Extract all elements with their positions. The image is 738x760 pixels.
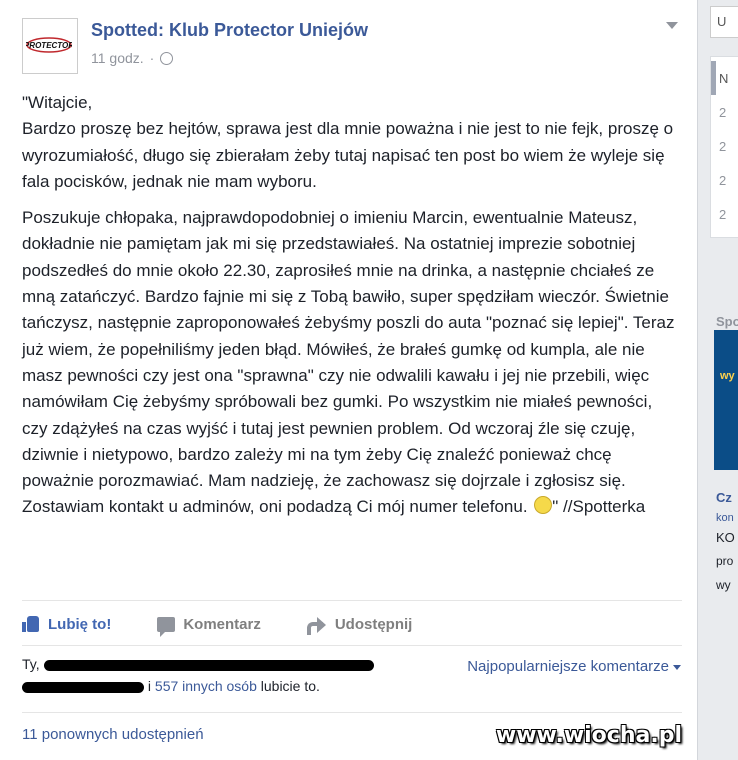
logo-text: PROTECTOR — [26, 41, 72, 50]
right-sidebar: U N 2 2 2 2 Spo wy Cz kon KO pro wy — [698, 0, 738, 760]
post-card: PROTECTOR Spotted: Klub Protector Uniejó… — [0, 0, 698, 760]
ad-title[interactable]: Cz — [716, 490, 732, 505]
divider — [22, 712, 682, 713]
comments-sort-dropdown[interactable]: Najpopularniejsze komentarze — [467, 658, 681, 675]
meta-separator: · — [149, 50, 155, 66]
post-paragraph-2-text: Poszukuje chłopaka, najprawdopodobniej o… — [22, 208, 675, 517]
likes-line-1: Ty, — [22, 656, 374, 672]
post-signature: " //Spotterka — [552, 497, 646, 517]
divider — [22, 600, 682, 601]
likes-prefix: Ty, — [22, 656, 40, 672]
post-header: PROTECTOR Spotted: Klub Protector Uniejó… — [22, 18, 682, 78]
ad-link[interactable]: kon — [716, 512, 734, 524]
sidebar-item[interactable]: N — [719, 71, 728, 86]
likes-line-2: i 557 innych osób lubicie to. — [22, 678, 374, 694]
comments-sort-label: Najpopularniejsze komentarze — [467, 658, 669, 675]
sidebar-item[interactable]: 2 — [719, 173, 726, 188]
sidebar-section-label: Spo — [716, 314, 738, 329]
comment-label: Komentarz — [183, 615, 261, 633]
caret-down-icon — [673, 664, 681, 670]
active-indicator — [711, 61, 716, 95]
sidebar-item[interactable]: 2 — [719, 139, 726, 154]
post-paragraph-1: "Witajcie, Bardzo proszę bez hejtów, spr… — [22, 93, 674, 191]
others-liked-link[interactable]: 557 innych osób — [155, 678, 257, 694]
ad-text: KO — [716, 530, 735, 545]
post-timestamp[interactable]: 11 godz. — [91, 50, 144, 66]
share-label: Udostępnij — [334, 615, 413, 633]
comment-button[interactable]: Komentarz — [157, 610, 261, 638]
smiley-emoji-icon — [534, 496, 553, 515]
redacted-names — [43, 659, 374, 671]
post-actions: Lubię to! Komentarz Udostępnij — [22, 610, 682, 638]
watermark: www.wiocha.pl — [495, 723, 682, 748]
ad-text: wy — [720, 370, 735, 382]
share-button[interactable]: Udostępnij — [306, 610, 413, 638]
post-paragraph-2: Poszukuje chłopaka, najprawdopodobniej o… — [22, 205, 682, 521]
sidebar-ad-image[interactable]: wy — [714, 330, 738, 470]
shares-link[interactable]: 11 ponownych udostępnień — [22, 726, 204, 743]
likes-summary: Ty, i 557 innych osób lubicie to. — [22, 656, 374, 694]
sidebar-item[interactable]: 2 — [719, 105, 726, 120]
globe-icon — [160, 51, 174, 65]
like-button[interactable]: Lubię to! — [22, 610, 111, 638]
page-name-link[interactable]: Spotted: Klub Protector Uniejów — [91, 20, 368, 41]
protector-logo-icon: PROTECTOR — [26, 37, 72, 53]
sidebar-search[interactable]: U — [710, 6, 738, 38]
post-options-chevron-icon[interactable] — [666, 22, 678, 29]
divider — [22, 645, 682, 646]
thumbs-up-icon — [22, 616, 40, 632]
post-meta: 11 godz. · — [91, 50, 174, 66]
post-body: "Witajcie, Bardzo proszę bez hejtów, spr… — [22, 90, 682, 531]
redacted-names — [22, 681, 144, 693]
sidebar-item[interactable]: 2 — [719, 207, 726, 222]
likes-suffix: lubicie to. — [260, 678, 320, 694]
share-arrow-icon — [306, 616, 327, 635]
ad-text: pro — [716, 554, 734, 568]
page-avatar[interactable]: PROTECTOR — [22, 18, 78, 74]
ad-text: wy — [716, 578, 731, 592]
comment-icon — [157, 616, 176, 637]
like-label: Lubię to! — [48, 615, 112, 633]
sidebar-year-nav: N 2 2 2 2 — [710, 56, 738, 238]
likes-joiner: i — [147, 678, 152, 694]
